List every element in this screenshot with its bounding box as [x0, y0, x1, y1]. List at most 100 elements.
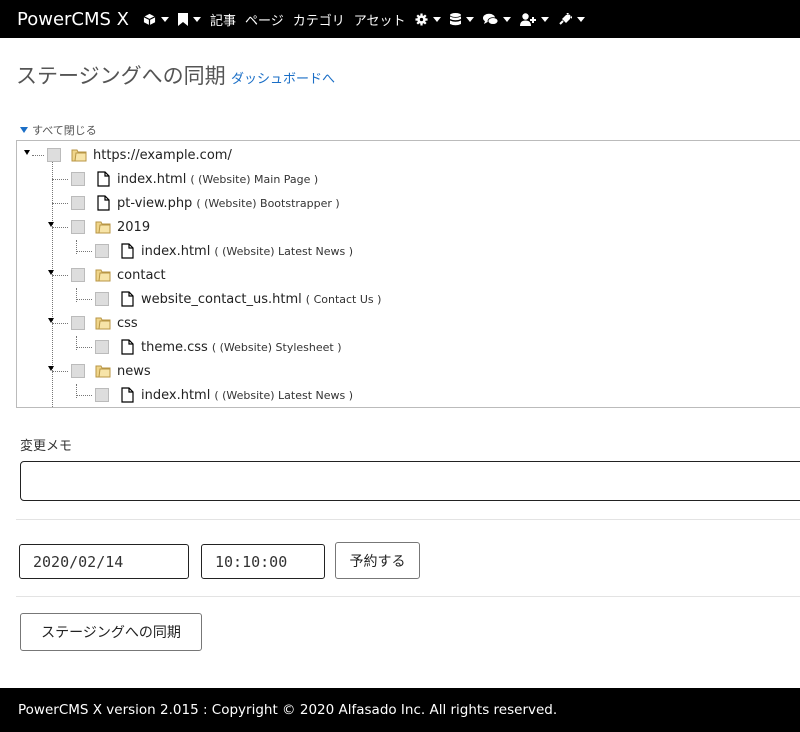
tree-guide-line	[76, 347, 92, 348]
nav-item-pages[interactable]: ページ	[245, 10, 284, 29]
tree-item-name: index.html	[141, 243, 211, 259]
nav-item-database[interactable]	[449, 12, 474, 26]
tree-item-description: ( (Website) Bootstrapper )	[196, 196, 340, 210]
row-checkbox[interactable]	[47, 148, 61, 162]
tree-item-name: index.html	[141, 387, 211, 403]
tree-item-description: ( Contact Us )	[305, 292, 382, 306]
tree-row-folder[interactable]: https://example.com/	[47, 144, 232, 166]
user-plus-icon	[519, 12, 536, 26]
tree-row-file[interactable]: pt-view.php ( (Website) Bootstrapper )	[71, 192, 340, 214]
caret-down-icon	[20, 127, 28, 133]
tree-row-folder[interactable]: news	[71, 360, 151, 382]
tree-item-name: 2019	[117, 219, 151, 235]
tree-row-file[interactable]: website_contact_us.html ( Contact Us )	[95, 288, 381, 310]
bookmark-icon	[178, 12, 188, 26]
file-tree[interactable]: https://example.com/ index.html ( (Websi…	[16, 140, 800, 408]
brand-logo[interactable]: PowerCMS X	[17, 9, 129, 30]
tree-guide-line	[76, 395, 92, 396]
expand-toggle-icon[interactable]	[24, 150, 30, 155]
row-checkbox[interactable]	[71, 364, 85, 378]
nav-item-bookmarks[interactable]	[178, 12, 201, 26]
change-memo-label: 変更メモ	[20, 439, 73, 454]
tree-item-description: ( (Website) Stylesheet )	[211, 340, 342, 354]
change-memo-input[interactable]	[20, 461, 800, 501]
tree-item-name: theme.css	[141, 339, 208, 355]
tree-guide-line	[52, 203, 68, 204]
chevron-down-icon	[432, 16, 441, 22]
nav-item-assets[interactable]: アセット	[354, 10, 406, 29]
schedule-button[interactable]: 予約する	[335, 542, 420, 579]
schedule-time-input[interactable]: 10:10:00	[201, 544, 325, 579]
nav-item-entries[interactable]: 記事	[210, 10, 236, 29]
row-checkbox[interactable]	[71, 196, 85, 210]
comments-icon	[482, 13, 498, 26]
nav-menu: 記事 ページ カテゴリ アセット	[143, 0, 594, 38]
row-checkbox[interactable]	[95, 292, 109, 306]
tree-item-description: ( (Website) Main Page )	[190, 172, 319, 186]
tree-guide-line	[52, 275, 68, 276]
row-checkbox[interactable]	[71, 316, 85, 330]
sync-to-staging-button[interactable]: ステージングへの同期	[20, 613, 202, 651]
tree-row-folder[interactable]: css	[71, 312, 138, 334]
file-icon	[119, 338, 135, 356]
chevron-down-icon	[502, 16, 511, 22]
collapse-all-label: すべて閉じる	[32, 124, 97, 137]
tree-row-file[interactable]: theme.css ( (Website) Stylesheet )	[95, 336, 342, 358]
tree-item-description: ( (Website) Latest News )	[214, 388, 354, 402]
tree-item-name: website_contact_us.html	[141, 291, 302, 307]
page-title: ステージングへの同期	[16, 64, 226, 88]
tree-guide-line	[76, 251, 92, 252]
divider	[16, 596, 800, 597]
row-checkbox[interactable]	[95, 244, 109, 258]
tree-guide-line	[52, 371, 68, 372]
row-checkbox[interactable]	[95, 340, 109, 354]
chevron-down-icon	[576, 16, 585, 22]
dashboard-link[interactable]: ダッシュボードへ	[231, 68, 335, 87]
nav-item-categories[interactable]: カテゴリ	[293, 10, 345, 29]
folder-icon	[95, 362, 111, 380]
tree-item-name: news	[117, 363, 151, 379]
row-checkbox[interactable]	[71, 172, 85, 186]
file-icon	[119, 242, 135, 260]
row-checkbox[interactable]	[71, 220, 85, 234]
tree-guide-line	[52, 227, 68, 228]
row-checkbox[interactable]	[95, 388, 109, 402]
nav-item-workspace[interactable]	[143, 13, 169, 26]
nav-item-plugins[interactable]	[558, 12, 585, 26]
chevron-down-icon	[193, 16, 201, 22]
copyright-text: PowerCMS X version 2.015 : Copyright © 2…	[18, 702, 558, 718]
collapse-all-toggle[interactable]: すべて閉じる	[20, 122, 97, 138]
nav-item-settings[interactable]	[414, 12, 441, 26]
gear-icon	[414, 12, 428, 26]
tree-item-name: https://example.com/	[93, 147, 232, 163]
folder-icon	[95, 266, 111, 284]
tree-guide-line	[52, 179, 68, 180]
chevron-down-icon	[161, 16, 169, 22]
expand-toggle-icon[interactable]	[48, 366, 54, 371]
file-icon	[95, 194, 111, 212]
tree-guide-line	[76, 299, 92, 300]
tree-row-file[interactable]: index.html ( (Website) Latest News )	[95, 240, 353, 262]
tree-guide-line	[52, 323, 68, 324]
tree-row-folder[interactable]: 2019	[71, 216, 150, 238]
row-checkbox[interactable]	[71, 268, 85, 282]
folder-icon	[71, 146, 87, 164]
expand-toggle-icon[interactable]	[48, 222, 54, 227]
nav-item-users[interactable]	[519, 12, 549, 26]
tree-row-folder[interactable]: contact	[71, 264, 166, 286]
tree-item-name: contact	[117, 267, 166, 283]
tree-row-file[interactable]: index.html ( (Website) Main Page )	[71, 168, 318, 190]
tree-guide-line	[32, 155, 44, 156]
expand-toggle-icon[interactable]	[48, 270, 54, 275]
schedule-date-input[interactable]: 2020/02/14	[19, 544, 189, 579]
database-icon	[449, 12, 461, 26]
folder-icon	[95, 314, 111, 332]
nav-item-comments[interactable]	[482, 13, 511, 26]
footer: PowerCMS X version 2.015 : Copyright © 2…	[0, 688, 800, 732]
tree-item-name: index.html	[117, 171, 187, 187]
divider	[16, 519, 800, 520]
expand-toggle-icon[interactable]	[48, 318, 54, 323]
chevron-down-icon	[540, 16, 549, 22]
file-icon	[119, 386, 135, 404]
tree-row-file[interactable]: index.html ( (Website) Latest News )	[95, 384, 353, 406]
